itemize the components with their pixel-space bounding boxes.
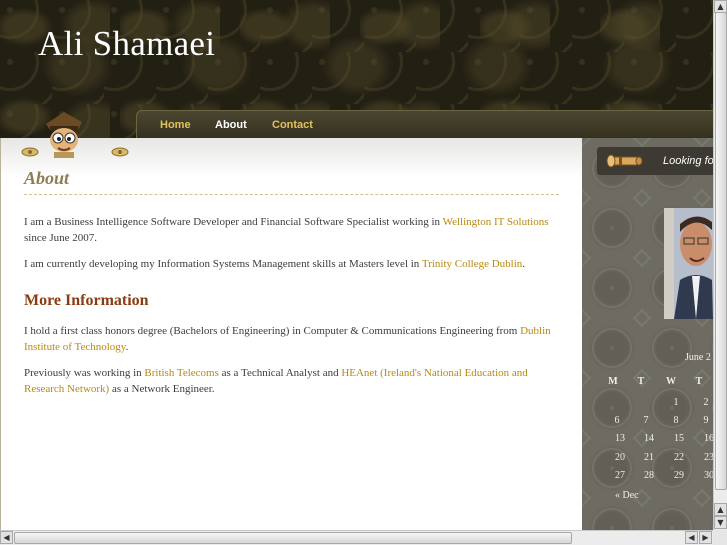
horizontal-scroll-thumb[interactable] [14,532,572,544]
calendar-day[interactable]: 21 [636,452,662,463]
calendar-day[interactable]: 7 [633,415,659,426]
main-nav: Home About Contact [136,110,713,138]
calendar-day[interactable]: 22 [666,452,692,463]
trinity-link[interactable]: Trinity College Dublin [422,258,522,270]
scroll-right-icon[interactable]: ▶ [699,531,712,544]
calendar-day[interactable]: 15 [666,433,692,444]
profile-photo [664,208,713,319]
section-title: More Information [24,292,149,309]
wellington-link[interactable]: Wellington IT Solutions [443,216,549,228]
scroll-up-icon[interactable]: ▲ [714,503,727,516]
sidebar-banner: Looking fo [597,147,713,175]
scroll-left-icon[interactable]: ◀ [0,531,13,544]
nav-contact-link[interactable]: Contact [272,119,313,131]
calendar-header-thu: T [695,376,703,387]
scrollbar-corner [713,530,727,545]
intro-paragraph: I am a Business Intelligence Software De… [24,216,549,244]
vertical-scroll-thumb[interactable] [715,12,727,490]
ornament-right-icon [111,147,129,157]
sidebar-banner-text: Looking fo [663,155,713,167]
calendar-caption: June 2 [685,352,711,363]
horizontal-scrollbar[interactable]: ◀ ◀ ▶ [0,530,713,545]
calendar-day[interactable]: 14 [636,433,662,444]
calendar-header-wed: W [666,376,676,387]
scroll-left-icon[interactable]: ◀ [685,531,698,544]
nav-home-link[interactable]: Home [160,119,191,131]
nav-about-link[interactable]: About [215,119,247,131]
experience-paragraph: Previously was working in British Teleco… [24,367,528,395]
mascot-logo-icon [46,112,82,158]
telescope-icon [606,154,643,168]
title-divider [24,194,559,195]
calendar-day[interactable]: 29 [666,470,692,481]
study-paragraph: I am currently developing my Information… [24,258,526,270]
calendar-header-mon: M [608,376,618,387]
calendar-day[interactable]: 8 [663,415,689,426]
page-title: About [24,168,70,188]
calendar-day[interactable]: 1 [663,397,689,408]
calendar-day[interactable]: 13 [607,433,633,444]
calendar-day[interactable]: 20 [607,452,633,463]
vertical-scrollbar[interactable]: ▲ ▲ ▼ [713,0,727,530]
content-header-gradient [1,138,583,178]
calendar-prev-month-link[interactable]: « Dec [615,490,639,501]
site-title[interactable]: Ali Shamaei [38,24,215,64]
ornament-left-icon [21,147,39,157]
degree-paragraph: I hold a first class honors degree (Bach… [24,325,551,353]
calendar-header-tue: T [637,376,645,387]
calendar-day[interactable]: 27 [607,470,633,481]
scroll-down-icon[interactable]: ▼ [714,516,727,529]
calendar-day[interactable]: 28 [636,470,662,481]
calendar-day[interactable]: 6 [604,415,630,426]
bt-link[interactable]: British Telecoms [144,367,219,379]
